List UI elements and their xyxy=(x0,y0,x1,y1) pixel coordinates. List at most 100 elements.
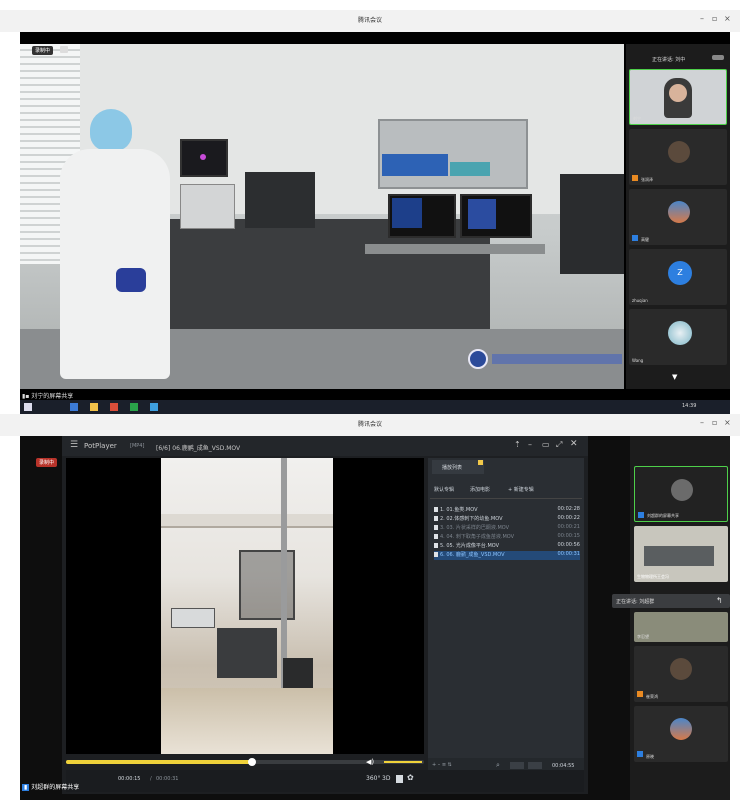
potplayer-window: ☰ PotPlayer [MP4] [6/6] 06.鹿鹂_成鱼_VSD.MOV… xyxy=(62,436,588,794)
browser-icon[interactable] xyxy=(110,403,118,411)
participant-tile-share[interactable]: 刘超群的屏幕共享 xyxy=(634,466,728,522)
taskbar-clock: 14:39 xyxy=(682,403,697,409)
participant-tile-5[interactable]: 原晓 xyxy=(634,706,728,762)
player-minimize-button[interactable]: – xyxy=(528,440,532,449)
video-area[interactable] xyxy=(66,458,424,754)
maximize-button[interactable]: ▫ xyxy=(712,14,717,23)
participant-tile-5[interactable]: Wang xyxy=(629,309,727,365)
playlist-item[interactable]: 1. 01.鱼类.MOV 00:02:28 xyxy=(434,506,580,515)
bottom-window-title: 腾讯会议 xyxy=(357,421,382,428)
fullscreen-icon[interactable]: ⤢ xyxy=(556,440,562,450)
participant-tile-3[interactable]: 高健 xyxy=(629,189,727,245)
seek-handle[interactable] xyxy=(248,758,257,766)
playlist-item[interactable]: 6. 06. 鹿鹂_成鱼_VSD.MOV 00:00:31 xyxy=(434,551,580,560)
menu-icon[interactable]: ☰ xyxy=(70,440,78,450)
file-icon xyxy=(434,552,438,557)
playlist-item-duration: 00:00:56 xyxy=(557,542,580,548)
avatar xyxy=(671,479,693,501)
participant-tile-4[interactable]: 崔荣鸿 xyxy=(634,646,728,702)
playlist-item[interactable]: 5. 05. 光片成像平台.MOV 00:00:56 xyxy=(434,542,580,551)
playlist-add-button[interactable]: + – ≡ ⇅ xyxy=(432,762,452,768)
participants-panel: 正在讲话: 刘中 刘宁 张润泽 高健 Z zhuqian Wang ▼ xyxy=(626,44,730,389)
participant-name: 原晓 xyxy=(646,754,654,759)
playlist-filter-button[interactable] xyxy=(510,762,524,769)
speaking-indicator: 正在讲话: 刘中 xyxy=(652,57,686,63)
participant-tile-1[interactable]: 刘宁 xyxy=(629,69,727,125)
playlist-total-duration: 00:04:55 xyxy=(552,763,575,769)
avatar xyxy=(670,718,692,740)
time-current: 00:00:15 xyxy=(118,776,141,782)
recording-badge[interactable]: 录制中 xyxy=(36,458,58,467)
participant-tile-2[interactable]: 生物物理所王会冯 xyxy=(634,526,728,582)
tab-default-album[interactable]: 默认专辑 xyxy=(434,486,454,493)
speaking-indicator-popup: 正在讲话: 刘超群 ↰ xyxy=(612,594,730,608)
playlist-item[interactable]: 2. 02.体感刺下的幼鱼.MOV 00:00:22 xyxy=(434,515,580,524)
avatar xyxy=(668,321,692,345)
close-button[interactable]: × xyxy=(724,418,731,427)
vr-360-button[interactable]: 360° xyxy=(366,775,380,782)
start-icon[interactable] xyxy=(24,403,32,411)
player-maximize-button[interactable]: ▭ xyxy=(542,440,550,449)
participant-tile-4[interactable]: Z zhuqian xyxy=(629,249,727,305)
minimize-button[interactable]: – xyxy=(700,418,704,427)
screen-share-label: ▮▪ 刘宁的屏幕共享 xyxy=(22,393,74,400)
playlist-sort-button[interactable] xyxy=(528,762,542,769)
tab-new-album[interactable]: + 新建专辑 xyxy=(508,486,534,493)
maximize-button[interactable]: ▫ xyxy=(712,418,717,427)
file-format: [MP4] xyxy=(130,443,145,449)
participant-tile-3[interactable]: 李忍望 xyxy=(634,612,728,642)
tab-add-movie[interactable]: 添加电影 xyxy=(470,486,490,493)
settings-icon[interactable]: ✿ xyxy=(407,773,414,782)
file-icon xyxy=(434,516,438,521)
potplayer-titlebar: ☰ PotPlayer [MP4] [6/6] 06.鹿鹂_成鱼_VSD.MOV… xyxy=(62,436,588,456)
screen-share-label: ▮ 刘超群的屏幕共享 xyxy=(22,784,80,791)
avatar: Z xyxy=(668,261,692,285)
signal-icon xyxy=(712,55,724,60)
playlist-item-name: 5. 05. 光片成像平台.MOV xyxy=(440,543,500,549)
playlist-item-duration: 00:00:22 xyxy=(557,515,580,521)
participant-name: 刘超群的屏幕共享 xyxy=(647,513,679,518)
windows-taskbar: 14:39 xyxy=(20,400,730,414)
volume-icon[interactable]: ◀) xyxy=(366,758,374,766)
collapse-arrow-icon[interactable]: ↰ xyxy=(716,596,723,605)
participant-name: zhuqian xyxy=(632,298,648,303)
folder-icon[interactable] xyxy=(90,403,98,411)
file-icon xyxy=(434,534,438,539)
player-name: PotPlayer xyxy=(84,442,117,450)
participant-name: 张润泽 xyxy=(641,177,653,182)
recording-badge[interactable]: 录制中 xyxy=(32,46,54,55)
player-close-button[interactable]: ✕ xyxy=(570,439,578,449)
file-icon xyxy=(434,507,438,512)
top-meeting-window: 录制中 正在讲话: 刘中 刘宁 张润泽 高健 Z zhuqian Wang ▼ xyxy=(20,32,730,404)
meeting-icon[interactable] xyxy=(150,403,158,411)
video-frame xyxy=(161,458,333,754)
pin-icon[interactable]: ⇡ xyxy=(514,440,521,449)
playlist-item[interactable]: 3. 03. 片状采样的巴酮液.MOV 00:00:21 xyxy=(434,524,580,533)
taskbar-app-icon[interactable] xyxy=(70,403,78,411)
playlist-marker-icon xyxy=(478,460,483,465)
playlist-item[interactable]: 4. 04. 刺下取角子成鱼苗液.MOV 00:00:15 xyxy=(434,533,580,542)
recording-stop-icon[interactable] xyxy=(60,46,68,53)
scroll-down-icon[interactable]: ▼ xyxy=(672,373,677,381)
participant-name: Wang xyxy=(632,358,644,363)
player-controls: 00:00:15 / 00:00:31 360° 3D ✿ xyxy=(66,770,584,792)
playlist-header[interactable]: 播放列表 xyxy=(432,460,484,474)
shared-video-lab xyxy=(20,44,624,389)
bottom-titlebar: 腾讯会议 – ▫ × xyxy=(0,414,740,436)
participant-tile-2[interactable]: 张润泽 xyxy=(629,129,727,185)
playlist-toggle-icon[interactable] xyxy=(396,775,403,783)
top-titlebar: 腾讯会议 – ▫ × xyxy=(0,10,740,32)
playlist-item-duration: 00:02:28 xyxy=(557,506,580,512)
minimize-button[interactable]: – xyxy=(700,14,704,23)
close-button[interactable]: × xyxy=(724,14,731,23)
search-icon[interactable]: ⌕ xyxy=(496,761,500,770)
playlist-item-name: 6. 06. 鹿鹂_成鱼_VSD.MOV xyxy=(440,552,505,558)
chat-icon[interactable] xyxy=(130,403,138,411)
participant-name: 高健 xyxy=(641,237,649,242)
playlist-item-duration: 00:00:21 xyxy=(557,524,580,530)
time-total: 00:00:31 xyxy=(156,776,179,782)
playlist-item-name: 2. 02.体感刺下的幼鱼.MOV xyxy=(440,516,503,522)
3d-button[interactable]: 3D xyxy=(382,775,390,782)
volume-slider[interactable] xyxy=(384,761,422,763)
playlist-item-duration: 00:00:15 xyxy=(557,533,580,539)
